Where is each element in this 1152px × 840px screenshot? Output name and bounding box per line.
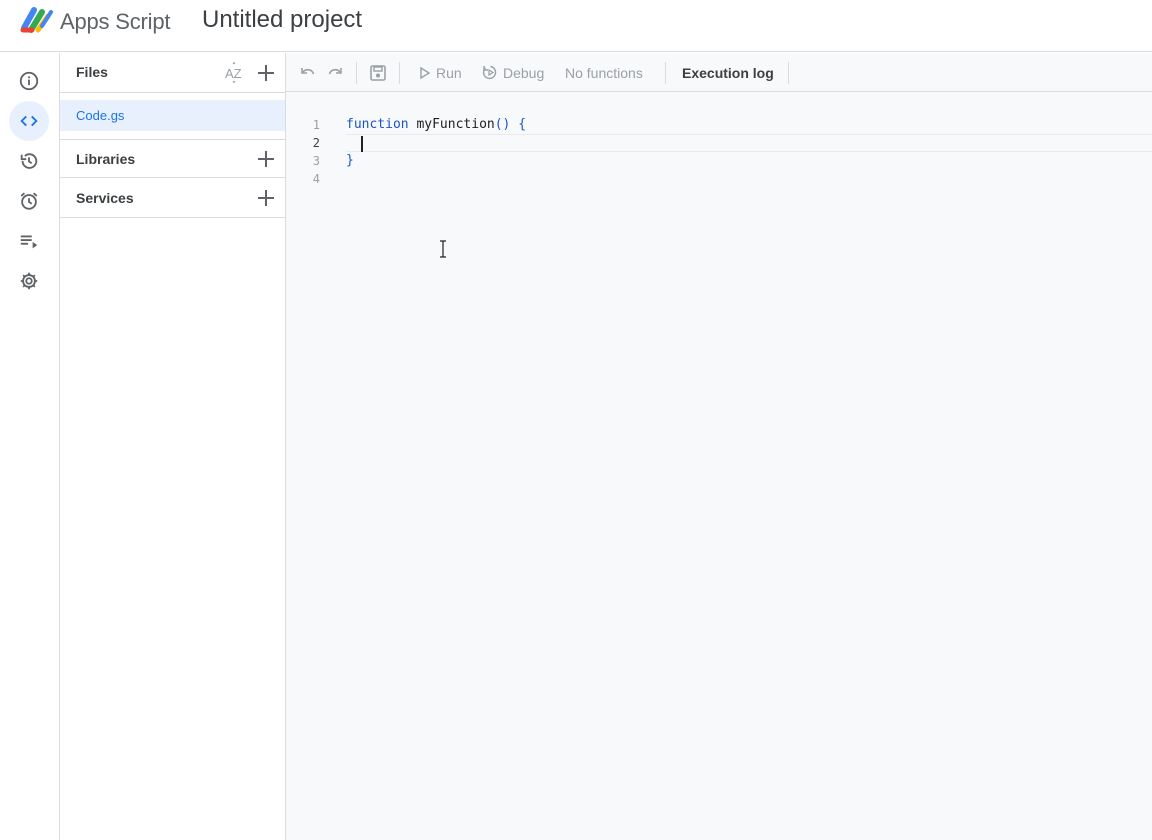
line-number: 4 — [312, 172, 320, 186]
files-panel: Files AZ Code.gs Libraries Services — [60, 53, 286, 840]
top-bar: Apps Script Untitled project — [0, 0, 1152, 52]
rail-overview-button[interactable] — [9, 61, 49, 101]
gear-icon — [20, 272, 38, 290]
run-label: Run — [436, 65, 462, 81]
punctuation-token: () { — [494, 117, 527, 132]
execution-log-button[interactable]: Execution log — [682, 65, 774, 81]
files-header: Files AZ — [60, 53, 286, 93]
playlist-play-icon — [20, 235, 38, 249]
editor-toolbar: Run Debug No functions Execution log — [286, 53, 1152, 92]
debug-button[interactable]: Debug — [482, 53, 552, 92]
services-label: Services — [76, 190, 134, 206]
services-section: Services — [60, 179, 286, 218]
rail-settings-button[interactable] — [9, 261, 49, 301]
run-button[interactable]: Run — [418, 53, 468, 92]
line-number: 2 — [312, 136, 320, 150]
code-icon — [20, 115, 38, 127]
toolbar-divider — [665, 62, 666, 84]
app-name: Apps Script — [60, 9, 171, 34]
toolbar-divider — [356, 62, 357, 84]
libraries-section: Libraries — [60, 139, 286, 178]
history-icon — [20, 153, 38, 169]
editor-area: Run Debug No functions Execution log 1 f… — [286, 53, 1152, 840]
debug-label: Debug — [503, 65, 545, 81]
code-text: function myFunction() { — [346, 116, 526, 134]
apps-script-logo-icon[interactable] — [20, 6, 54, 34]
add-service-icon[interactable] — [256, 188, 276, 208]
play-icon — [420, 66, 431, 80]
active-line-highlight — [346, 134, 1152, 152]
sort-az-icon[interactable]: AZ — [224, 62, 244, 84]
info-icon — [19, 71, 39, 91]
alarm-icon — [20, 192, 38, 210]
toolbar-divider — [788, 62, 789, 84]
keyword-token: function — [346, 117, 409, 132]
libraries-label: Libraries — [76, 151, 136, 167]
redo-icon[interactable] — [325, 63, 345, 83]
debug-icon — [482, 65, 497, 80]
rail-executions-button[interactable] — [9, 221, 49, 261]
files-title: Files — [76, 64, 108, 80]
rail-history-button[interactable] — [9, 141, 49, 181]
text-cursor-icon — [440, 240, 446, 258]
line-number: 3 — [312, 154, 320, 168]
text-caret — [361, 136, 363, 152]
rail-triggers-button[interactable] — [9, 181, 49, 221]
code-line-active: 2 — [286, 134, 1152, 152]
closing-brace-token: } — [346, 153, 354, 168]
add-library-icon[interactable] — [256, 149, 276, 169]
function-select[interactable]: No functions — [565, 65, 643, 81]
function-name-token: myFunction — [416, 117, 495, 132]
save-icon[interactable] — [368, 63, 388, 83]
side-rail — [0, 53, 60, 840]
rail-editor-button[interactable] — [9, 101, 49, 141]
code-line: 3 } — [286, 152, 1152, 170]
svg-text:AZ: AZ — [225, 66, 242, 81]
toolbar-divider — [399, 62, 400, 84]
code-line: 1 function myFunction() { — [286, 116, 1152, 134]
code-line: 4 — [286, 170, 1152, 188]
undo-icon[interactable] — [298, 63, 318, 83]
file-item-code-gs[interactable]: Code.gs — [60, 100, 285, 131]
project-title[interactable]: Untitled project — [202, 6, 362, 34]
file-name: Code.gs — [76, 108, 125, 123]
line-number: 1 — [312, 118, 320, 132]
add-file-icon[interactable] — [256, 63, 276, 83]
